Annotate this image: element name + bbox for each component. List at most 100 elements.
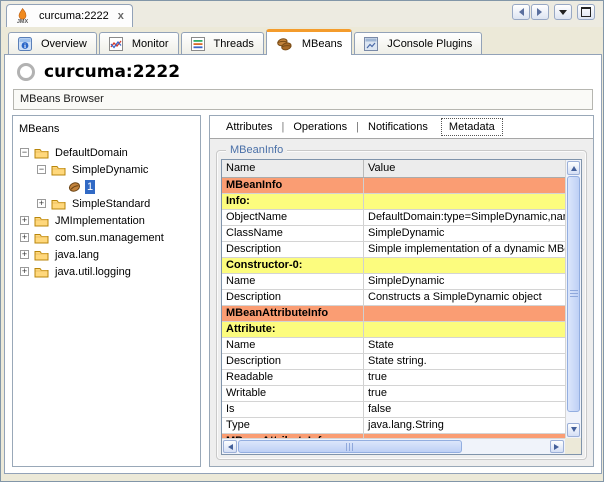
cell-name: MBeanAttributeInfo: [222, 306, 364, 321]
column-header-value[interactable]: Value: [364, 160, 565, 177]
detail-tab-operations[interactable]: Operations: [286, 119, 354, 135]
tree-node-label: SimpleDynamic: [70, 163, 150, 177]
collapse-toggle-icon[interactable]: −: [37, 165, 46, 174]
tree-node-simpledynamic[interactable]: − SimpleDynamic: [13, 161, 200, 178]
mbeaninfo-legend: MBeanInfo: [226, 144, 287, 156]
restore-down-icon: [559, 10, 567, 19]
connection-frame: i Overview Monitor Threads MBeans JConsole Pl…: [4, 27, 602, 473]
restore-button[interactable]: [554, 4, 572, 20]
cell-value: false: [364, 402, 565, 417]
tab-label: Threads: [214, 38, 254, 50]
tab-jconsole-plugins[interactable]: JConsole Plugins: [354, 32, 482, 54]
tab-label: Monitor: [132, 38, 169, 50]
tab-label: JConsole Plugins: [387, 38, 472, 50]
jmx-flame-icon: JMX: [15, 8, 30, 24]
tree-node-label: com.sun.management: [53, 231, 166, 245]
cell-value: Constructs a SimpleDynamic object: [364, 290, 565, 305]
tab-mbeans[interactable]: MBeans: [266, 29, 352, 55]
next-frame-button[interactable]: [531, 4, 549, 20]
metadata-row[interactable]: Attribute:: [222, 322, 565, 338]
cell-value: SimpleDynamic: [364, 274, 565, 289]
svg-text:i: i: [24, 43, 26, 50]
metadata-row[interactable]: ClassNameSimpleDynamic: [222, 226, 565, 242]
tree-node-java-lang[interactable]: +java.lang: [13, 246, 200, 263]
tree-node-java-util-logging[interactable]: + java.util.logging: [13, 263, 200, 280]
cell-value: [364, 322, 565, 337]
frame-nav-buttons: [512, 4, 549, 20]
metadata-row[interactable]: DescriptionSimple implementation of a dy…: [222, 242, 565, 258]
vertical-scroll-thumb[interactable]: [567, 176, 580, 412]
expand-toggle-icon[interactable]: +: [20, 233, 29, 242]
connection-frame-tab[interactable]: JMX curcuma:2222 x: [6, 4, 133, 27]
metadata-row[interactable]: NameSimpleDynamic: [222, 274, 565, 290]
table-header: Name Value: [222, 160, 565, 178]
scroll-right-button[interactable]: [550, 440, 564, 453]
metadata-row[interactable]: Typejava.lang.String: [222, 418, 565, 434]
tree-node-label: java.util.logging: [53, 265, 133, 279]
horizontal-scroll-thumb[interactable]: [238, 440, 462, 453]
tree-node-defaultdomain[interactable]: −DefaultDomain: [13, 144, 200, 161]
cell-value: [364, 194, 565, 209]
metadata-row[interactable]: MBeanInfo: [222, 178, 565, 194]
metadata-row[interactable]: MBeanAttributeInfo: [222, 306, 565, 322]
metadata-row[interactable]: Info:: [222, 194, 565, 210]
vertical-scrollbar[interactable]: [565, 160, 581, 438]
metadata-row[interactable]: DescriptionState string.: [222, 354, 565, 370]
detail-tab-notifications[interactable]: Notifications: [361, 119, 435, 135]
metadata-row[interactable]: Isfalse: [222, 402, 565, 418]
cell-name: Name: [222, 338, 364, 353]
tree-node-1[interactable]: 1: [13, 178, 200, 195]
tab-monitor[interactable]: Monitor: [99, 32, 179, 54]
cell-name: MBeanInfo: [222, 178, 364, 193]
tree-node-simplestandard[interactable]: + SimpleStandard: [13, 195, 200, 212]
expand-toggle-icon[interactable]: +: [37, 199, 46, 208]
cell-value: State string.: [364, 354, 565, 369]
metadata-row[interactable]: NameState: [222, 338, 565, 354]
mbean-detail-panel: Attributes|Operations|NotificationsMetad…: [209, 115, 594, 467]
window-controls: [512, 4, 595, 20]
threads-icon: [191, 37, 205, 51]
tab-label: Overview: [41, 38, 87, 50]
tab-threads[interactable]: Threads: [181, 32, 264, 54]
scroll-up-button[interactable]: [567, 161, 580, 175]
previous-frame-button[interactable]: [512, 4, 530, 20]
horizontal-scrollbar[interactable]: [222, 438, 565, 454]
cell-value: true: [364, 386, 565, 401]
detail-tab-attributes[interactable]: Attributes: [219, 119, 279, 135]
metadata-row[interactable]: Writabletrue: [222, 386, 565, 402]
overview-icon: i: [18, 37, 32, 51]
metadata-row[interactable]: Constructor-0:: [222, 258, 565, 274]
cell-name: Writable: [222, 386, 364, 401]
column-header-name[interactable]: Name: [222, 160, 364, 177]
cell-name: Type: [222, 418, 364, 433]
tree-node-jmimplementation[interactable]: + JMImplementation: [13, 212, 200, 229]
cell-name: Readable: [222, 370, 364, 385]
metadata-scrollpane: Name Value MBeanInfoInfo:ObjectNameDefau…: [221, 159, 582, 455]
horizontal-scroll-track[interactable]: [238, 440, 549, 453]
connection-header: curcuma:2222: [5, 55, 601, 84]
cell-value: true: [364, 370, 565, 385]
metadata-row[interactable]: DescriptionConstructs a SimpleDynamic ob…: [222, 290, 565, 306]
metadata-row[interactable]: ObjectNameDefaultDomain:type=SimpleDynam…: [222, 210, 565, 226]
tree-node-label: JMImplementation: [53, 214, 147, 228]
tab-overview[interactable]: i Overview: [8, 32, 97, 54]
cell-name: Description: [222, 242, 364, 257]
collapse-toggle-icon[interactable]: −: [20, 148, 29, 157]
scroll-down-button[interactable]: [567, 423, 580, 437]
detail-tab-metadata[interactable]: Metadata: [441, 118, 503, 136]
vertical-scroll-track[interactable]: [567, 176, 580, 422]
tree-node-label: SimpleStandard: [70, 197, 152, 211]
svg-text:JMX: JMX: [17, 19, 29, 24]
mbeans-tree-panel: MBeans −DefaultDomain−SimpleDynamic1+Sim…: [12, 115, 201, 467]
monitor-icon: [109, 37, 123, 51]
metadata-row[interactable]: Readabletrue: [222, 370, 565, 386]
close-icon[interactable]: x: [118, 10, 124, 22]
tree-node-com-sun-management[interactable]: + com.sun.management: [13, 229, 200, 246]
scroll-left-button[interactable]: [223, 440, 237, 453]
maximize-button[interactable]: [577, 4, 595, 20]
cell-value: [364, 306, 565, 321]
expand-toggle-icon[interactable]: +: [20, 216, 29, 225]
expand-toggle-icon[interactable]: +: [20, 267, 29, 276]
mbeaninfo-group: MBeanInfo Name Value MBeanInfoInfo:Objec…: [216, 150, 587, 460]
expand-toggle-icon[interactable]: +: [20, 250, 29, 259]
